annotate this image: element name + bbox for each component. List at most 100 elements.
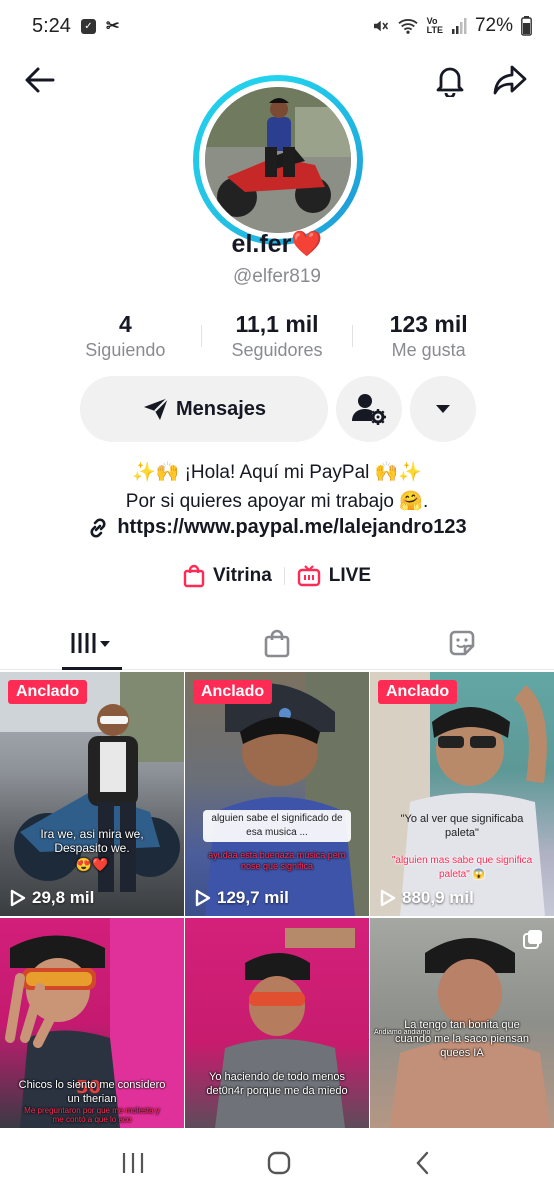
live-label: LIVE xyxy=(328,565,371,586)
status-time: 5:24 xyxy=(32,14,71,37)
user-settings-icon xyxy=(352,394,386,425)
send-message-icon xyxy=(143,397,169,420)
showcase-button[interactable]: Vitrina xyxy=(183,564,272,588)
pinned-badge: Anclado xyxy=(378,680,458,704)
home-icon xyxy=(267,1151,291,1174)
shop-live-row: Vitrina LIVE xyxy=(0,564,554,588)
status-bar: 5:24 ✓ ✂ Vo LTE 72% xyxy=(0,0,554,52)
stat-followers-value: 11,1 mil xyxy=(235,311,319,337)
video-thumbnail[interactable]: 50 Chicos lo siento me considero un ther… xyxy=(0,918,184,1128)
back-arrow-icon xyxy=(25,67,55,93)
bio-line-1: ✨🙌 ¡Hola! Aquí mi PayPal 🙌✨ xyxy=(132,462,422,483)
video-caption-secondary-text: "alguien mas sabe que significa paleta" … xyxy=(391,855,533,880)
stat-following[interactable]: 4 Siguiendo xyxy=(50,311,201,361)
message-button-label: Mensajes xyxy=(175,397,267,420)
pinned-badge: Anclado xyxy=(8,680,88,704)
chevron-left-icon xyxy=(416,1151,429,1174)
profile-stats: 4 Siguiendo 11,1 mil Seguidores 123 mil … xyxy=(50,308,504,364)
recent-apps-icon xyxy=(122,1152,144,1173)
view-count: 29,8 mil xyxy=(10,888,94,908)
link-icon xyxy=(90,517,106,538)
video-thumbnail[interactable]: Yo haciendo de todo menos det0n4r porque… xyxy=(185,918,369,1128)
view-count-text: 880,9 mil xyxy=(402,888,474,907)
live-tv-icon xyxy=(297,565,320,587)
system-navigation-bar xyxy=(0,1130,554,1200)
volte-icon: Vo LTE xyxy=(426,16,443,35)
avatar-photo-image xyxy=(205,87,351,233)
view-count-text: 29,8 mil xyxy=(32,888,95,907)
bell-icon xyxy=(436,67,464,97)
shopping-bag-tab-icon xyxy=(264,629,290,657)
profile-actions: Mensajes xyxy=(80,376,476,442)
share-button[interactable] xyxy=(488,58,532,102)
video-caption-text: alguien sabe el significado de esa music… xyxy=(203,810,351,842)
heart-emoji: ❤️ xyxy=(291,230,323,258)
capcut-notification-icon: ✂ xyxy=(105,18,120,35)
follow-settings-button[interactable] xyxy=(336,376,402,442)
view-count-text: 129,7 mil xyxy=(217,888,289,907)
video-caption-emoji: 😍❤️ xyxy=(75,857,109,872)
video-caption-secondary: "alguien mas sabe que significa paleta" … xyxy=(370,854,554,882)
stat-likes[interactable]: 123 mil Me gusta xyxy=(353,311,504,361)
video-thumbnail[interactable]: Anclado alguien sabe el significado de e… xyxy=(185,672,369,916)
video-thumbnail[interactable]: Anclado "Yo al ver que significaba palet… xyxy=(370,672,554,916)
video-caption: alguien sabe el significado de esa music… xyxy=(185,810,369,842)
tab-liked[interactable] xyxy=(369,616,554,669)
profile-bio: ✨🙌 ¡Hola! Aquí mi PayPal 🙌✨ Por si quier… xyxy=(0,458,554,516)
video-thumbnail[interactable]: Anclado Ira we, asi mira we, Despasito w… xyxy=(0,672,184,916)
video-thumbnail[interactable]: Andiamo andiamo La tengo tan bonita que … xyxy=(370,918,554,1128)
display-name-text: el.fer xyxy=(231,230,292,258)
stat-likes-label: Me gusta xyxy=(391,340,466,360)
video-thumbnail-image xyxy=(205,672,369,916)
stat-followers[interactable]: 11,1 mil Seguidores xyxy=(202,311,353,361)
tab-videos[interactable] xyxy=(0,616,185,669)
share-arrow-icon xyxy=(493,65,527,95)
avatar xyxy=(205,87,351,233)
mute-icon xyxy=(373,20,388,32)
video-grid: Anclado Ira we, asi mira we, Despasito w… xyxy=(0,672,554,1128)
display-name: el.fer❤️ xyxy=(0,230,554,259)
showcase-label: Vitrina xyxy=(212,565,272,586)
photo-carousel-icon xyxy=(523,930,542,949)
video-caption: "Yo al ver que significaba paleta" xyxy=(400,813,524,839)
stat-following-label: Siguiendo xyxy=(85,340,166,360)
recent-apps-button[interactable] xyxy=(120,1151,146,1180)
back-button[interactable] xyxy=(18,58,62,102)
video-caption: Chicos lo siento me considero un therian xyxy=(18,1079,166,1105)
live-button[interactable]: LIVE xyxy=(297,565,371,587)
notification-bell-button[interactable] xyxy=(428,58,472,102)
avatar-story-ring[interactable] xyxy=(193,75,363,245)
play-icon xyxy=(195,889,211,907)
pinned-badge: Anclado xyxy=(193,680,273,704)
play-icon xyxy=(10,889,26,907)
stat-followers-label: Seguidores xyxy=(231,340,323,360)
username: @elfer819 xyxy=(233,266,321,287)
message-button[interactable]: Mensajes xyxy=(80,376,328,442)
view-count: 880,9 mil xyxy=(380,888,474,908)
content-tabs xyxy=(0,616,554,670)
check-notification-icon: ✓ xyxy=(80,18,96,34)
stat-likes-value: 123 mil xyxy=(389,311,468,337)
video-thumbnail-image xyxy=(0,672,184,892)
sticker-heart-icon xyxy=(449,630,474,655)
battery-percent: 72% xyxy=(474,15,513,36)
bio-link-text: https://www.paypal.me/lalejandro123 xyxy=(117,516,467,538)
shop-divider xyxy=(283,567,285,585)
bio-line-2: Por si quieres apoyar mi trabajo 🤗. xyxy=(125,491,429,512)
play-icon xyxy=(380,889,396,907)
stat-following-value: 4 xyxy=(118,311,132,337)
signal-icon xyxy=(451,18,467,34)
video-caption: La tengo tan bonita que cuando me la sac… xyxy=(395,1019,529,1059)
battery-icon xyxy=(521,16,532,36)
video-caption-secondary: Me preguntaron por que me molesta y me c… xyxy=(24,1106,160,1124)
video-caption: Yo haciendo de todo menos det0n4r porque… xyxy=(206,1071,348,1097)
view-count: 129,7 mil xyxy=(195,888,289,908)
bio-link[interactable]: https://www.paypal.me/lalejandro123 xyxy=(0,516,554,539)
video-caption: Ira we, asi mira we, Despasito we. xyxy=(40,827,144,855)
tab-shop[interactable] xyxy=(185,616,370,669)
shopping-bag-icon xyxy=(183,564,205,588)
system-back-button[interactable] xyxy=(412,1150,434,1181)
video-caption-secondary: ayudaa esta buenaza música pero nose que… xyxy=(208,850,346,871)
more-options-dropdown-button[interactable] xyxy=(410,376,476,442)
home-button[interactable] xyxy=(266,1150,292,1181)
